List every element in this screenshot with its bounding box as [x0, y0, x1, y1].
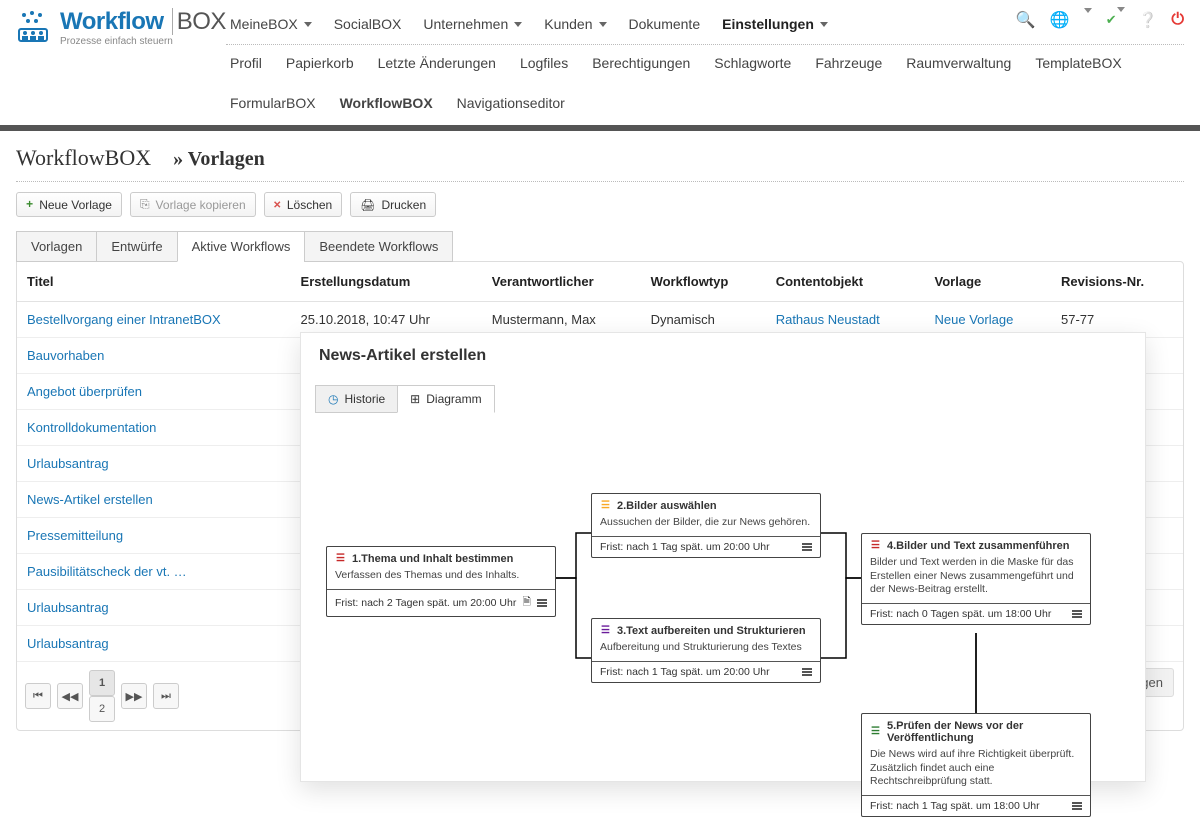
logo-icon [16, 9, 50, 46]
subnav-fahrzeuge[interactable]: Fahrzeuge [815, 55, 882, 71]
search-icon[interactable]: 🔍 [1016, 10, 1036, 30]
new-template-button[interactable]: +Neue Vorlage [16, 192, 122, 217]
nav-socialbox[interactable]: SocialBOX [334, 16, 402, 32]
globe-icon[interactable]: 🌐 [1050, 10, 1070, 30]
tab-aktive-workflows[interactable]: Aktive Workflows [177, 231, 306, 262]
caret-down-icon [820, 22, 828, 27]
power-icon[interactable]: ⏻ [1171, 11, 1184, 29]
tab-historie[interactable]: ◷Historie [315, 385, 398, 413]
copy-icon: ⎘ [140, 198, 150, 212]
workflow-diagram-panel: News-Artikel erstellen ◷Historie ⊞Diagra… [300, 332, 1146, 782]
sub-nav: Profil Papierkorb Letzte Änderungen Logfile… [226, 45, 1184, 121]
nav-unternehmen[interactable]: Unternehmen [423, 16, 522, 32]
list-icon: ☰ [600, 500, 611, 512]
clock-icon: ◷ [328, 392, 338, 406]
column-header[interactable]: Revisions-Nr. [1051, 262, 1183, 302]
print-button[interactable]: 🖨Drucken [350, 192, 436, 217]
column-header[interactable]: Verantwortlicher [482, 262, 641, 302]
workflow-node[interactable]: ☰2.Bilder auswählen Aussuchen der Bilder… [591, 493, 821, 558]
row-title-link[interactable]: News-Artikel erstellen [27, 492, 153, 507]
subnav-schlagworte[interactable]: Schlagworte [714, 55, 791, 71]
subnav-templatebox[interactable]: TemplateBOX [1035, 55, 1121, 71]
menu-icon[interactable] [802, 668, 812, 676]
row-title-link[interactable]: Angebot überprüfen [27, 384, 142, 399]
nav-kunden[interactable]: Kunden [544, 16, 606, 32]
x-icon: ✕ [274, 197, 281, 212]
logo-title-a: Workflow [60, 8, 164, 35]
list-icon: ☰ [600, 625, 611, 637]
list-icon: ☰ [870, 540, 881, 552]
menu-icon[interactable] [537, 599, 547, 607]
nav-meinebox[interactable]: MeineBOX [230, 16, 312, 32]
workflow-node[interactable]: ☰4.Bilder und Text zusammenführen Bilder… [861, 533, 1091, 625]
subnav-navigationseditor[interactable]: Navigationseditor [457, 95, 565, 111]
caret-down-icon [599, 22, 607, 27]
pager-prev-button[interactable]: ◀◀ [57, 683, 83, 709]
subnav-raumverwaltung[interactable]: Raumverwaltung [906, 55, 1011, 71]
subnav-profil[interactable]: Profil [230, 55, 262, 71]
list-icon: ☰ [335, 553, 346, 565]
flag-de-icon[interactable] [1084, 13, 1092, 28]
breadcrumb: » Vorlagen [173, 148, 265, 171]
panel-title: News-Artikel erstellen [301, 333, 1145, 379]
menu-icon[interactable] [802, 543, 812, 551]
subnav-berechtigungen[interactable]: Berechtigungen [592, 55, 690, 71]
template-link[interactable]: Neue Vorlage [935, 312, 1014, 327]
row-title-link[interactable]: Pressemitteilung [27, 528, 123, 543]
workflow-node[interactable]: ☰3.Text aufbereiten und Strukturieren Au… [591, 618, 821, 683]
list-icon: ☰ [870, 726, 881, 738]
nav-dokumente[interactable]: Dokumente [629, 16, 701, 32]
page-title: WorkflowBOX [16, 145, 151, 171]
help-icon[interactable]: ❔ [1139, 11, 1158, 29]
pager-page-2[interactable]: 2 [89, 696, 115, 722]
menu-icon[interactable] [1072, 802, 1082, 810]
row-title-link[interactable]: Urlaubsantrag [27, 636, 109, 651]
pager-first-button[interactable]: ⏮ [25, 683, 51, 709]
caret-down-icon [514, 22, 522, 27]
column-header[interactable]: Vorlage [925, 262, 1051, 302]
delete-button[interactable]: ✕Löschen [264, 192, 343, 217]
row-title-link[interactable]: Urlaubsantrag [27, 600, 109, 615]
plus-icon: + [26, 198, 33, 212]
header-utilities: 🔍 🌐 ✔ ❔ ⏻ [1016, 10, 1184, 30]
subnav-formularbox[interactable]: FormularBOX [230, 95, 316, 111]
column-header[interactable]: Erstellungsdatum [291, 262, 482, 302]
column-header[interactable]: Workflowtyp [641, 262, 766, 302]
column-header[interactable]: Contentobjekt [766, 262, 925, 302]
copy-template-button[interactable]: ⎘Vorlage kopieren [130, 192, 256, 217]
doc-icon: 🗎 [523, 594, 531, 612]
workflow-node[interactable]: ☰5.Prüfen der News vor der Veröffentlich… [861, 713, 1091, 817]
status-ok-icon[interactable]: ✔ [1106, 12, 1125, 28]
nav-einstellungen[interactable]: Einstellungen [722, 16, 828, 32]
tab-diagramm[interactable]: ⊞Diagramm [397, 385, 494, 413]
pager-page-1[interactable]: 1 [89, 670, 115, 696]
pager-last-button[interactable]: ⏭ [153, 683, 179, 709]
content-object-link[interactable]: Rathaus Neustadt [776, 312, 880, 327]
subnav-letzte änderungen[interactable]: Letzte Änderungen [378, 55, 496, 71]
caret-down-icon [304, 22, 312, 27]
logo-title-b: BOX [172, 8, 226, 35]
subnav-workflowbox[interactable]: WorkflowBOX [340, 95, 433, 111]
row-title-link[interactable]: Bestellvorgang einer IntranetBOX [27, 312, 221, 327]
tab-vorlagen[interactable]: Vorlagen [16, 231, 97, 262]
pager-next-button[interactable]: ▶▶ [121, 683, 147, 709]
subnav-papierkorb[interactable]: Papierkorb [286, 55, 354, 71]
logo-subtitle: Prozesse einfach steuern [60, 36, 226, 47]
row-title-link[interactable]: Bauvorhaben [27, 348, 104, 363]
view-tabs: VorlagenEntwürfeAktive WorkflowsBeendete… [16, 231, 1184, 262]
row-title-link[interactable]: Pausibilitätscheck der vt. … [27, 564, 187, 579]
diagram-icon: ⊞ [410, 392, 420, 406]
row-title-link[interactable]: Kontrolldokumentation [27, 420, 156, 435]
tab-entwürfe[interactable]: Entwürfe [96, 231, 177, 262]
column-header[interactable]: Titel [17, 262, 291, 302]
workflow-node[interactable]: ☰1.Thema und Inhalt bestimmen Verfassen … [326, 546, 556, 617]
subnav-logfiles[interactable]: Logfiles [520, 55, 568, 71]
print-icon: 🖨 [360, 198, 375, 212]
row-title-link[interactable]: Urlaubsantrag [27, 456, 109, 471]
tab-beendete-workflows[interactable]: Beendete Workflows [304, 231, 453, 262]
app-logo[interactable]: Workflow BOX Prozesse einfach steuern [16, 8, 226, 47]
menu-icon[interactable] [1072, 610, 1082, 618]
